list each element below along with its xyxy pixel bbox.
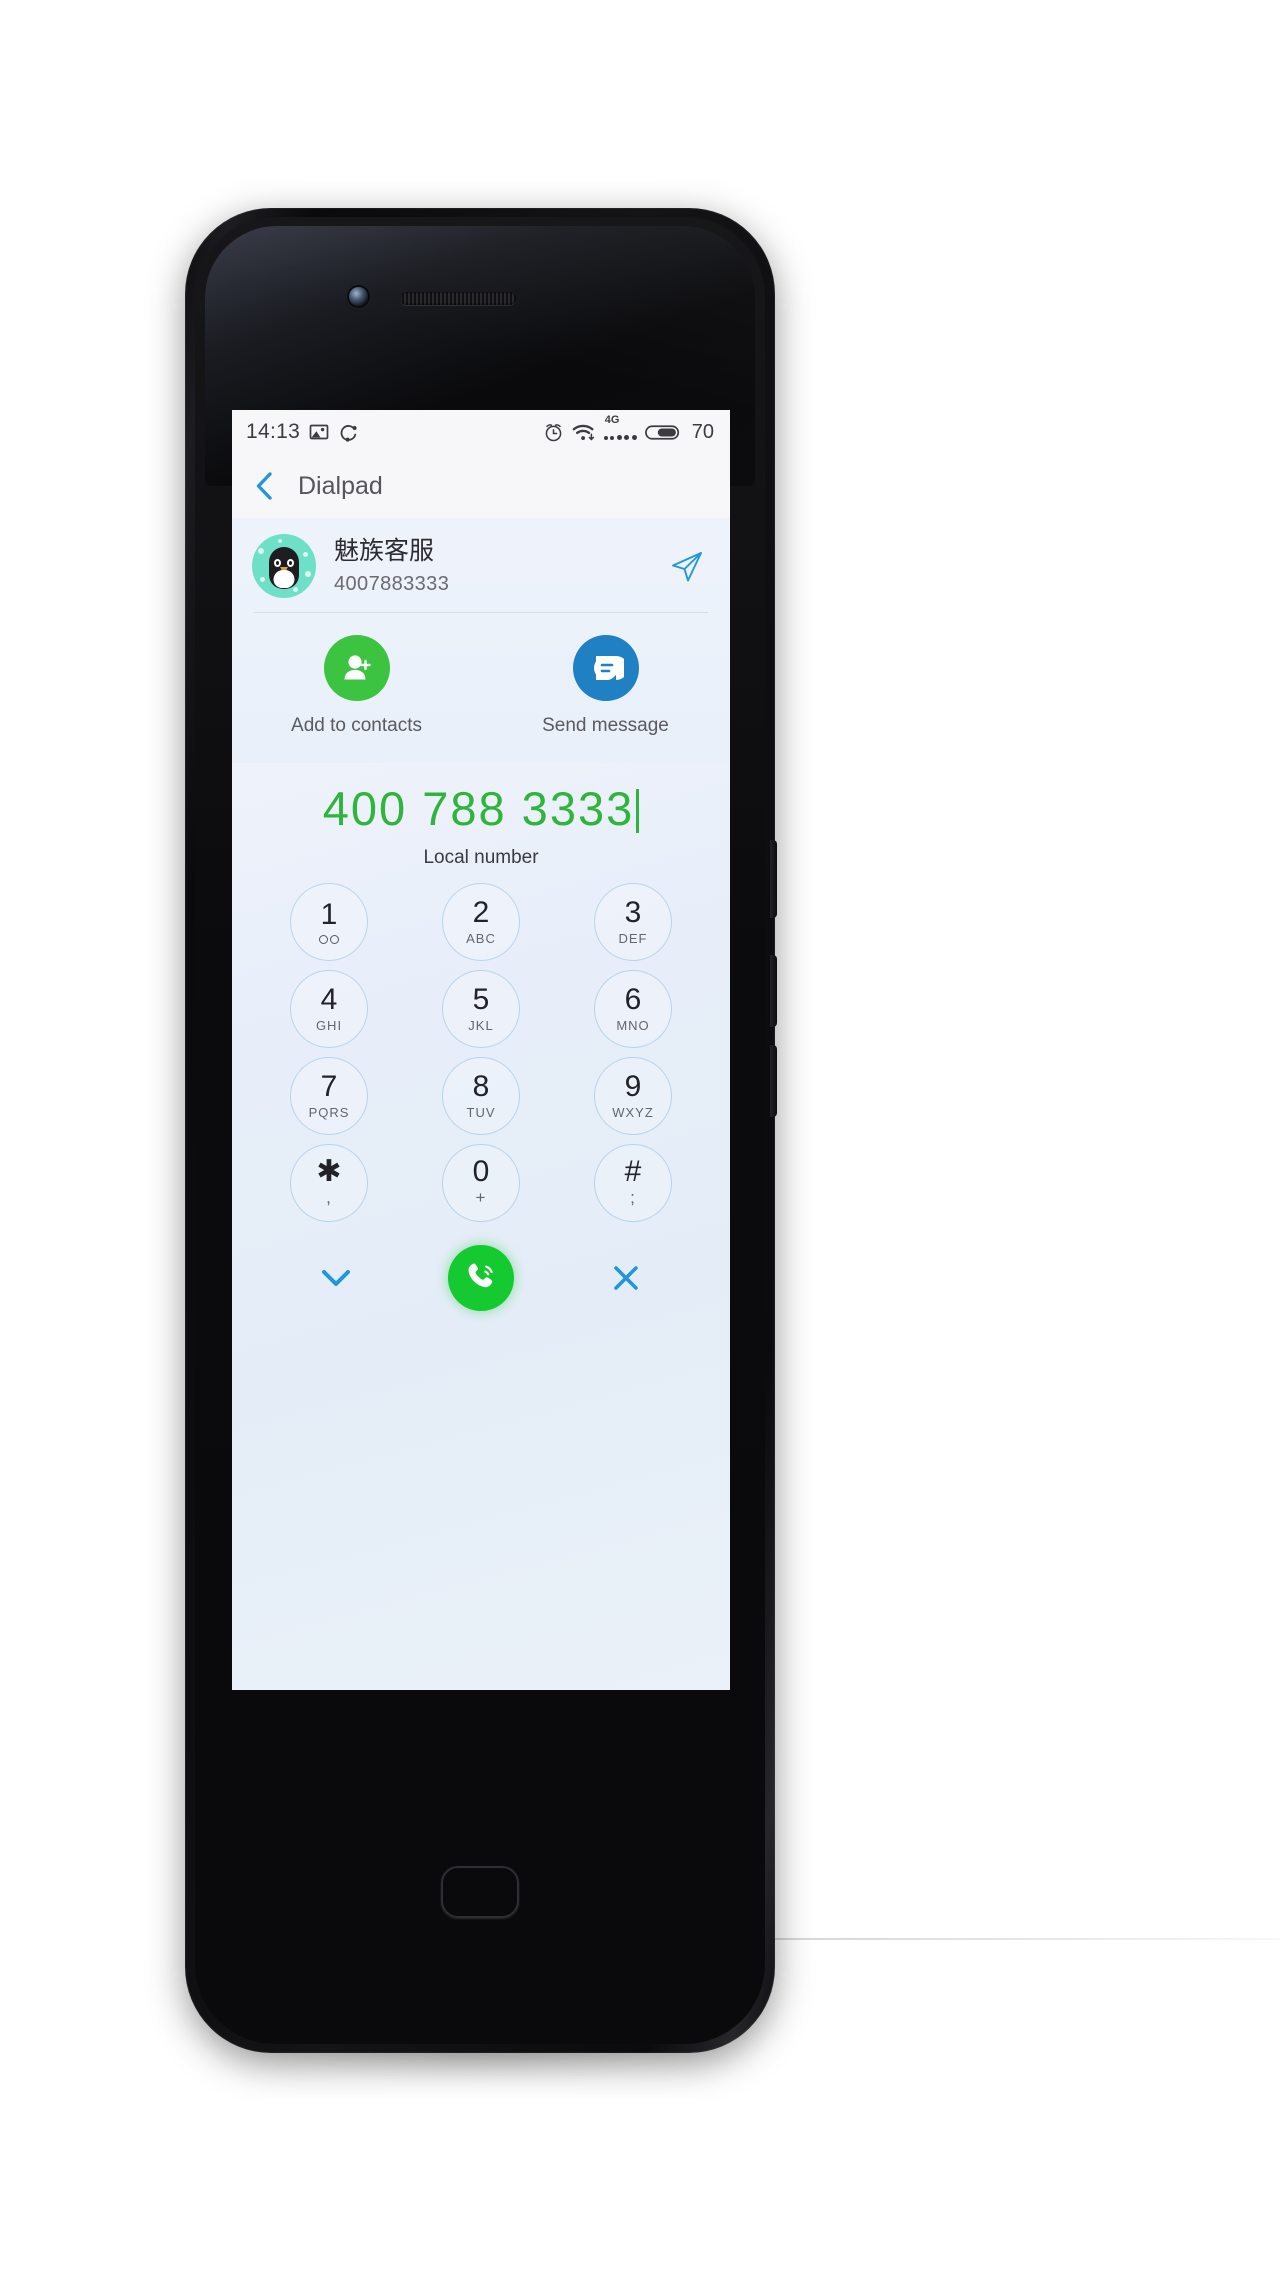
quick-actions: Add to contacts Send message [232,613,730,763]
key-8-letters: TUV [466,1104,496,1120]
key-6-digit: 6 [624,982,642,1016]
battery-icon [644,422,683,443]
key-7-digit: 7 [320,1069,338,1103]
key-4-letters: GHI [315,1017,343,1033]
volume-up-button[interactable] [770,840,777,918]
keypad-row: 7 PQRS 8 TUV 9 WXYZ [290,1056,672,1135]
phone-call-icon [461,1255,501,1300]
status-bar-left: 14:13 [246,420,358,444]
volume-down-button[interactable] [770,955,777,1027]
key-5-digit: 5 [472,982,490,1016]
contact-number: 4007883333 [334,572,450,595]
contact-card: 魅族客服 4007883333 Add to contacts Send mes… [232,518,730,763]
phone-screen: 14:13 4G 70 Dialpad 魅族客服 4007883333 Add … [232,410,730,1690]
contact-name: 魅族客服 [334,537,435,566]
keypad-row: 4 GHI 5 JKL 6 MNO [290,969,672,1048]
status-bar-right: 4G 70 [543,414,714,444]
key-5[interactable]: 5 JKL [442,969,520,1048]
alarm-icon [543,422,564,443]
key-7-letters: PQRS [308,1104,350,1120]
dialpad-bottom-bar [232,1231,730,1311]
keypad-row: ✱ , 0 + # ; [290,1143,672,1222]
screenshot-root: 14:13 4G 70 Dialpad 魅族客服 4007883333 Add … [0,0,1280,2275]
sync-icon [338,422,358,442]
key-8-digit: 8 [472,1069,490,1103]
key-3[interactable]: 3 DEF [594,882,672,961]
add-to-contacts-button[interactable]: Add to contacts [232,635,481,737]
text-caret [636,789,640,833]
key-3-letters: DEF [618,930,648,946]
key-6-letters: MNO [616,1017,650,1033]
message-bubble-icon [572,635,639,701]
key-star-digit: ✱ [316,1155,342,1189]
page-title: Dialpad [298,471,383,500]
number-subtitle: Local number [423,846,539,868]
key-2[interactable]: 2 ABC [442,882,520,961]
network-type-label: 4G [604,414,620,426]
chevron-left-icon[interactable] [248,469,282,503]
key-1[interactable]: 1 [290,882,368,961]
key-hash[interactable]: # ; [594,1143,672,1222]
key-2-digit: 2 [472,895,490,929]
send-message-button[interactable]: Send message [481,635,730,737]
front-camera-icon [349,287,368,306]
close-x-icon[interactable] [600,1252,652,1304]
surface-line [775,1938,1280,1940]
key-0[interactable]: 0 + [442,1143,520,1222]
key-0-digit: 0 [472,1155,490,1189]
key-9[interactable]: 9 WXYZ [594,1056,672,1135]
key-8[interactable]: 8 TUV [442,1056,520,1135]
signal-icon: 4G [603,414,637,440]
contact-text: 魅族客服 4007883333 [334,536,664,595]
home-button[interactable] [441,1866,519,1918]
add-contact-icon [323,635,390,701]
dialed-number-display[interactable]: 400 788 3333 [232,783,730,835]
key-star-sub: , [326,1188,332,1208]
power-button[interactable] [770,1045,777,1117]
key-4-digit: 4 [320,982,338,1016]
keypad-row: 1 2 ABC 3 DEF [290,882,672,961]
chevron-down-icon[interactable] [310,1252,362,1304]
key-7[interactable]: 7 PQRS [290,1056,368,1135]
key-9-digit: 9 [624,1069,642,1103]
dialed-number: 400 788 3333 [322,782,635,835]
send-message-label: Send message [542,715,669,736]
call-button[interactable] [448,1244,514,1311]
key-0-sub: + [475,1188,487,1208]
battery-percent: 70 [691,420,714,443]
dialpad-area: 400 788 3333 Local number 1 2 ABC 3 DEF [232,763,730,1690]
penguin-avatar [252,534,316,598]
image-icon [309,422,329,442]
key-4[interactable]: 4 GHI [290,969,368,1048]
send-plane-icon[interactable] [664,543,710,589]
earpiece-speaker [400,292,516,305]
status-bar: 14:13 4G 70 [232,410,730,454]
key-6[interactable]: 6 MNO [594,969,672,1048]
key-2-letters: ABC [466,930,496,946]
key-1-digit: 1 [320,897,338,931]
key-star[interactable]: ✱ , [290,1143,368,1222]
key-9-letters: WXYZ [612,1104,654,1120]
status-clock: 14:13 [246,420,301,443]
key-5-letters: JKL [468,1017,494,1033]
key-hash-digit: # [624,1155,642,1189]
contact-row[interactable]: 魅族客服 4007883333 [232,532,730,612]
add-to-contacts-label: Add to contacts [291,715,422,736]
wifi-icon [572,422,596,443]
voicemail-icon [319,934,339,944]
key-hash-sub: ; [630,1188,636,1208]
nav-bar: Dialpad [232,454,730,518]
keypad: 1 2 ABC 3 DEF 4 GHI 5 JKL 6 MNO 7 PQRS 8… [232,882,730,1231]
key-3-digit: 3 [624,895,642,929]
